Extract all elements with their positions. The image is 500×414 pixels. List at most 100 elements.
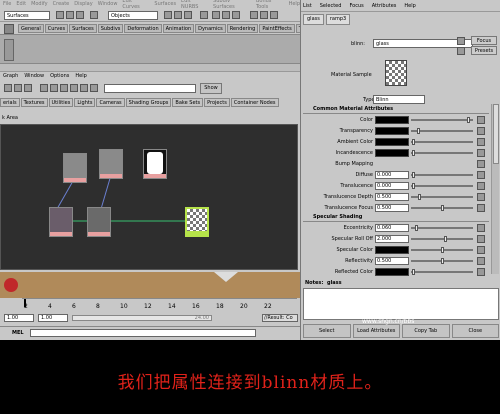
attr-slider[interactable] bbox=[411, 139, 473, 145]
color-swatch[interactable] bbox=[375, 138, 409, 146]
shelf-tab-surfaces[interactable]: Surfaces bbox=[69, 24, 97, 33]
color-swatch[interactable] bbox=[375, 268, 409, 276]
map-texture-button[interactable] bbox=[477, 171, 485, 179]
map-texture-button[interactable] bbox=[477, 224, 485, 232]
render-globals-icon[interactable] bbox=[232, 11, 240, 19]
select-button[interactable]: Select bbox=[303, 324, 351, 338]
map-texture-button[interactable] bbox=[477, 160, 485, 168]
value-field[interactable]: 0.000 bbox=[375, 182, 409, 190]
attr-slider[interactable] bbox=[411, 269, 473, 275]
focus-button[interactable]: Focus bbox=[471, 36, 497, 45]
attr-slider[interactable] bbox=[411, 150, 473, 156]
slider-handle[interactable] bbox=[412, 139, 415, 145]
hs-tab-projects[interactable]: Projects bbox=[204, 97, 230, 107]
slider-handle[interactable] bbox=[444, 236, 447, 242]
time-slider[interactable]: 2 4 6 8 10 12 14 16 18 20 22 bbox=[22, 298, 297, 312]
map-texture-button[interactable] bbox=[477, 246, 485, 254]
slider-handle[interactable] bbox=[441, 247, 444, 253]
map-texture-button[interactable] bbox=[477, 182, 485, 190]
copy-tab-button[interactable]: Copy Tab bbox=[402, 324, 450, 338]
map-texture-button[interactable] bbox=[477, 268, 485, 276]
menu-edit[interactable]: Edit bbox=[16, 1, 26, 7]
shelf-tab-animation[interactable]: Animation bbox=[162, 24, 195, 33]
shading-group-node[interactable] bbox=[87, 207, 111, 237]
history-icon[interactable] bbox=[200, 11, 208, 19]
map-texture-button[interactable] bbox=[477, 235, 485, 243]
snap-curve-icon[interactable] bbox=[174, 11, 182, 19]
attr-slider[interactable] bbox=[411, 247, 473, 253]
hs-show-button[interactable]: Show bbox=[200, 83, 222, 94]
slider-handle[interactable] bbox=[417, 128, 420, 134]
value-field[interactable]: 0.060 bbox=[375, 224, 409, 232]
mode-dropdown[interactable]: Surfaces bbox=[4, 11, 50, 20]
hs-tool-icon-6[interactable] bbox=[60, 84, 68, 92]
slider-handle[interactable] bbox=[412, 172, 415, 178]
map-texture-button[interactable] bbox=[477, 193, 485, 201]
map-texture-button[interactable] bbox=[477, 127, 485, 135]
hs-tab-bake-sets[interactable]: Bake Sets bbox=[172, 97, 204, 107]
slider-handle[interactable] bbox=[418, 194, 421, 200]
ae-menu-attributes[interactable]: Attributes bbox=[372, 3, 397, 9]
attr-slider[interactable] bbox=[411, 194, 473, 200]
shelf-tab-general[interactable]: General bbox=[18, 24, 44, 33]
shelf-tab-rendering[interactable]: Rendering bbox=[226, 24, 259, 33]
ae-scrollbar[interactable] bbox=[491, 104, 499, 274]
output-connection-icon[interactable] bbox=[457, 47, 465, 55]
scroll-down-arrow-icon[interactable] bbox=[214, 272, 238, 282]
tool-settings-toggle-icon[interactable] bbox=[270, 11, 278, 19]
attr-slider[interactable] bbox=[411, 225, 473, 231]
ae-menu-selected[interactable]: Selected bbox=[320, 3, 342, 9]
attr-slider[interactable] bbox=[411, 205, 473, 211]
slider-handle[interactable] bbox=[441, 205, 444, 211]
snap-point-icon[interactable] bbox=[184, 11, 192, 19]
hypershade-work-area[interactable] bbox=[0, 124, 298, 270]
hs-tab-textures[interactable]: Textures bbox=[20, 97, 48, 107]
shelf-tab-deformation[interactable]: Deformation bbox=[124, 24, 162, 33]
color-swatch[interactable] bbox=[375, 246, 409, 254]
specular-shading-header[interactable]: Specular Shading bbox=[303, 214, 489, 222]
shelf-tab-dynamics[interactable]: Dynamics bbox=[195, 24, 226, 33]
attribute-editor-toggle-icon[interactable] bbox=[260, 11, 268, 19]
hs-menu-window[interactable]: Window bbox=[24, 73, 44, 81]
place2d-texture-node[interactable] bbox=[63, 153, 87, 183]
hs-tab-lights[interactable]: Lights bbox=[74, 97, 96, 107]
slider-handle[interactable] bbox=[441, 258, 444, 264]
attr-slider[interactable] bbox=[411, 128, 473, 134]
menu-create[interactable]: Create bbox=[53, 1, 70, 7]
slider-handle[interactable] bbox=[467, 117, 470, 123]
menu-help[interactable]: Help bbox=[289, 1, 300, 7]
snap-grid-icon[interactable] bbox=[164, 11, 172, 19]
map-texture-button[interactable] bbox=[477, 149, 485, 157]
map-texture-button[interactable] bbox=[477, 138, 485, 146]
slider-handle[interactable] bbox=[412, 269, 415, 275]
slider-handle[interactable] bbox=[412, 150, 415, 156]
map-texture-button[interactable] bbox=[477, 116, 485, 124]
playback-record-icon[interactable] bbox=[4, 278, 18, 292]
hs-search-field[interactable] bbox=[104, 84, 196, 93]
hs-menu-options[interactable]: Options bbox=[50, 73, 69, 81]
ae-menu-help[interactable]: Help bbox=[404, 3, 415, 9]
ae-tab-glass[interactable]: glass bbox=[303, 14, 324, 25]
map-texture-button[interactable] bbox=[477, 204, 485, 212]
load-attributes-button[interactable]: Load Attributes bbox=[352, 324, 400, 338]
menu-surfaces[interactable]: Surfaces bbox=[154, 1, 176, 7]
attr-slider[interactable] bbox=[411, 183, 473, 189]
select-mode-icon[interactable] bbox=[90, 11, 98, 19]
blinn-glass-node[interactable] bbox=[185, 207, 209, 237]
mel-input[interactable] bbox=[30, 329, 256, 337]
attr-slider[interactable] bbox=[411, 258, 473, 264]
hs-tool-icon-4[interactable] bbox=[40, 84, 48, 92]
hs-tab-container-nodes[interactable]: Container Nodes bbox=[230, 97, 279, 107]
shelf-settings-icon[interactable] bbox=[4, 39, 14, 61]
ipr-render-icon[interactable] bbox=[222, 11, 230, 19]
save-scene-icon[interactable] bbox=[76, 11, 84, 19]
presets-button[interactable]: Presets bbox=[471, 46, 497, 55]
ae-tab-ramp3[interactable]: ramp3 bbox=[325, 14, 351, 25]
open-scene-icon[interactable] bbox=[66, 11, 74, 19]
color-swatch[interactable] bbox=[375, 116, 409, 124]
value-field[interactable]: 2.000 bbox=[375, 235, 409, 243]
hs-tool-icon-3[interactable] bbox=[24, 84, 32, 92]
hs-tool-icon-8[interactable] bbox=[80, 84, 88, 92]
attr-slider[interactable] bbox=[411, 172, 473, 178]
range-bar[interactable]: 24.00 bbox=[72, 315, 212, 321]
